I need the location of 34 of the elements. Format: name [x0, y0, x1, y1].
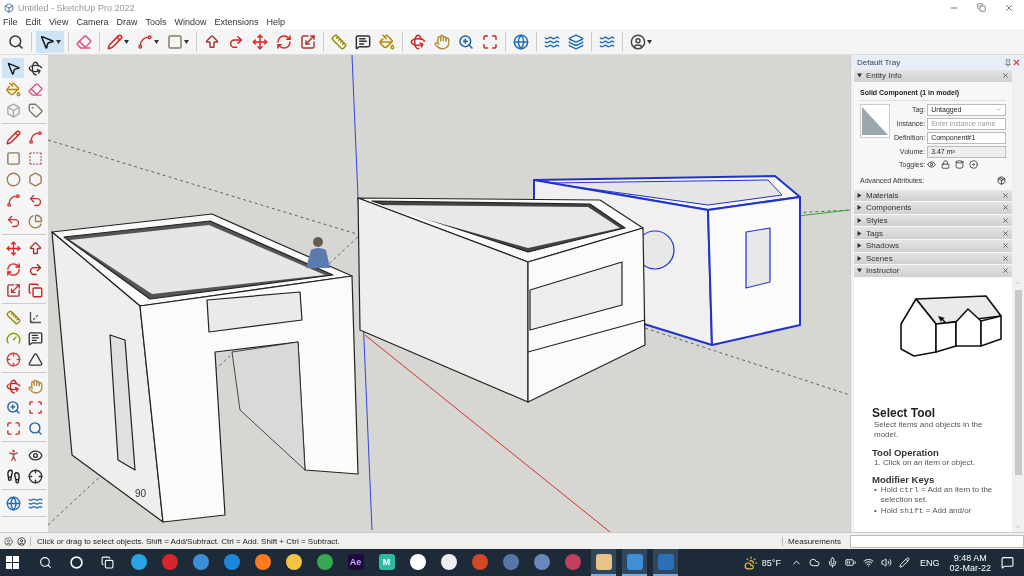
menu-item[interactable]: View [49, 17, 69, 27]
instruction-step: 1. Click on an item or object. [872, 457, 1006, 468]
menu-item[interactable]: Edit [25, 17, 42, 27]
clock-date: 02-Mar-22 [949, 562, 991, 573]
tray-title: Default Tray [857, 58, 902, 67]
instruction-text: Hold ctrl = Add an item to the selection set. [880, 484, 994, 506]
app-tile: M [378, 553, 395, 570]
panel-header[interactable]: Entity Info [854, 70, 1012, 83]
window-title: Untitled - SketchUp Pro 2022 [18, 2, 136, 13]
bullet-mark: • [874, 484, 877, 496]
menu-item[interactable]: Extensions [214, 17, 259, 27]
menu-item[interactable]: Help [266, 17, 285, 27]
menu-item[interactable]: Tools [145, 17, 167, 27]
language-indicator: ENG [919, 557, 940, 568]
menu-item[interactable]: Camera [76, 17, 109, 27]
status-hint: Click or drag to select objects. Shift = Add/Subtract. Ctrl = Add. Shift + Ctrl = Subtract. [30, 536, 779, 546]
instructor-title: Select Tool [872, 405, 937, 420]
menu-item[interactable]: Window [174, 17, 207, 27]
instruction-text: Hold shift = Add and/or [880, 505, 972, 517]
taskbar-app[interactable]: Ae [343, 549, 368, 576]
menu-item[interactable]: Draw [116, 17, 138, 27]
panel-header[interactable]: Components [854, 202, 1012, 215]
section-heading: Modifier Keys [872, 473, 936, 485]
section-heading: Tool Operation [872, 446, 940, 458]
panel-header[interactable]: Tags [854, 227, 1012, 240]
panel-header[interactable]: Instructor [854, 265, 1012, 278]
measurements-label: Measurements [782, 536, 846, 546]
weather-text: 85°F [761, 557, 781, 568]
dimension-label: 90 [135, 488, 147, 499]
clock-time: 9:48 AM [953, 552, 987, 563]
instructor-text: Select items and objects in the model. [873, 419, 984, 441]
bullet-mark: • [874, 505, 877, 517]
app-tile: Ae [347, 553, 364, 570]
menu-item[interactable]: File [3, 17, 18, 27]
